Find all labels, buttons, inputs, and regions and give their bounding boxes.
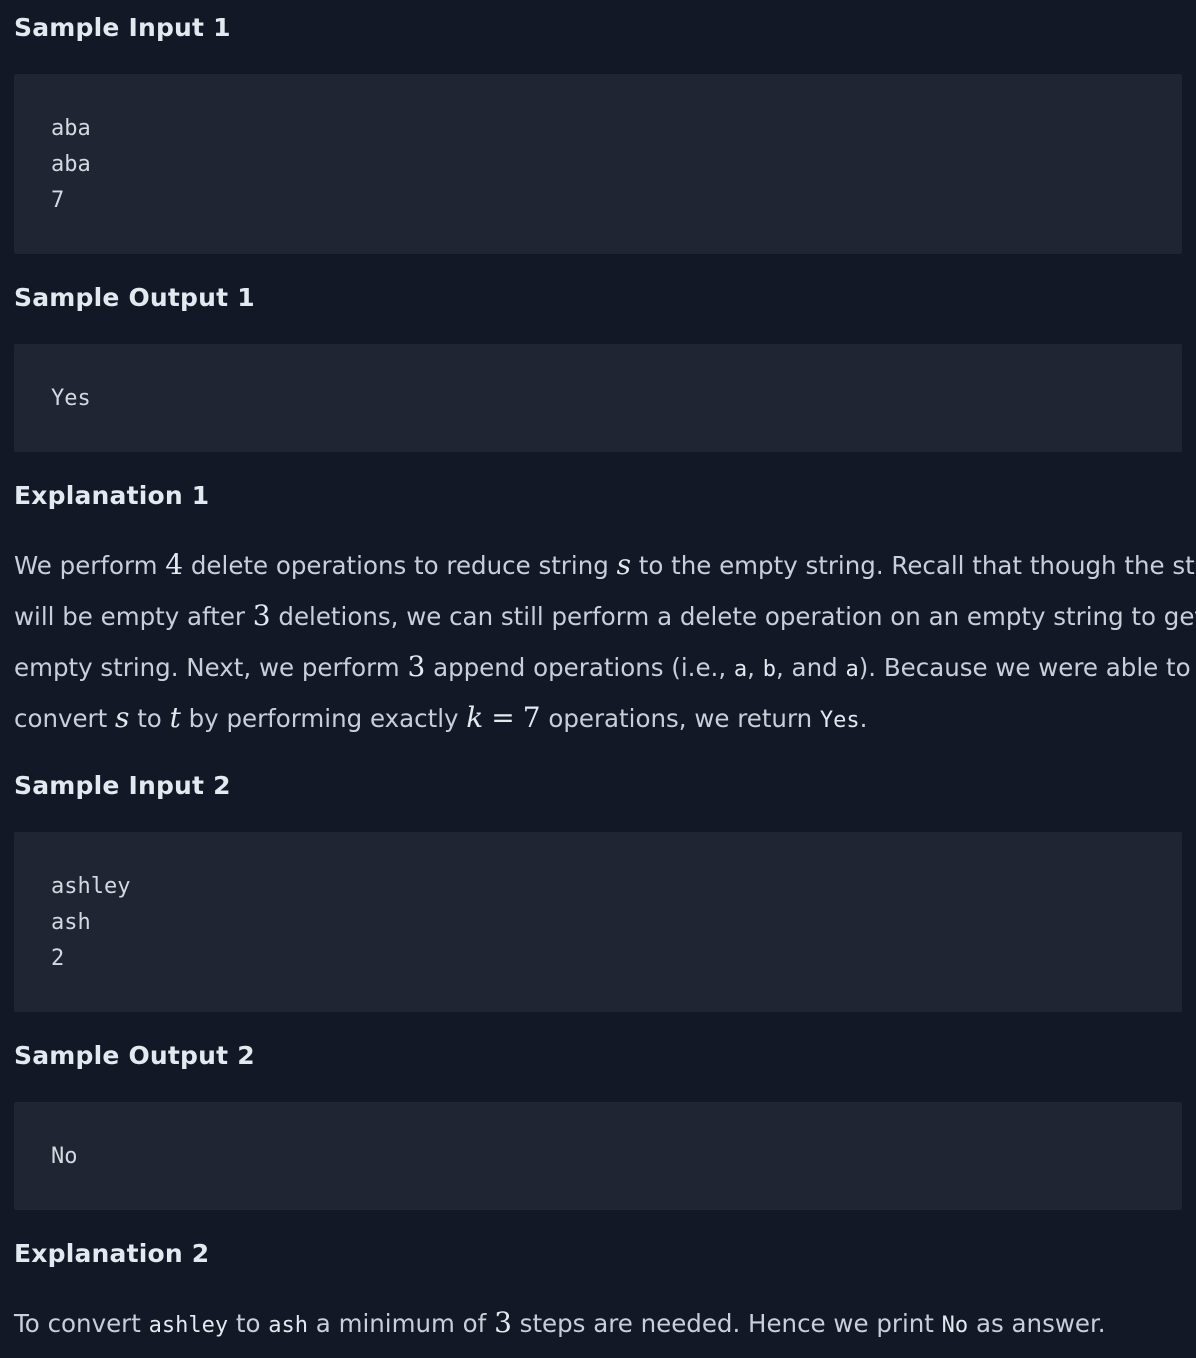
math-value: 3	[252, 599, 271, 632]
sample-input-1-code: aba aba 7	[14, 74, 1182, 254]
code-line: No	[51, 1144, 78, 1169]
text-line: To convert ashley to ash a minimum of 3 …	[14, 1306, 1106, 1339]
code-line: Yes	[51, 386, 91, 411]
inline-code: No	[941, 1313, 969, 1338]
math-value: 7	[522, 701, 541, 734]
math-variable: s	[115, 701, 130, 734]
explanation-2-heading: Explanation 2	[14, 1239, 210, 1268]
math-value: 4	[165, 548, 184, 581]
math-value: 3	[494, 1306, 512, 1339]
inline-code: Yes	[819, 708, 860, 733]
code-line: aba	[51, 116, 91, 141]
code-line: ashley	[51, 874, 131, 899]
math-operator: =	[491, 701, 515, 734]
inline-code: a	[845, 657, 859, 682]
sample-output-2-code: No	[14, 1102, 1182, 1210]
math-variable: t	[169, 701, 181, 734]
math-variable: s	[616, 548, 631, 581]
text-line: empty string. Next, we perform 3 append …	[14, 650, 1191, 683]
text-line: We perform 4 delete operations to reduce…	[14, 548, 1196, 581]
text-line: convert s to t by performing exactly k = 7…	[14, 701, 868, 734]
math-value: 3	[407, 650, 426, 683]
inline-code: ash	[268, 1313, 309, 1338]
explanation-2-text: To convert ashley to ash a minimum of 3 …	[14, 1297, 1184, 1348]
inline-code: b	[762, 657, 776, 682]
sample-output-1-heading: Sample Output 1	[14, 283, 255, 312]
code-line: 7	[51, 188, 65, 213]
sample-input-2-code: ashley ash 2	[14, 832, 1182, 1012]
sample-input-2-heading: Sample Input 2	[14, 771, 231, 800]
sample-output-1-code: Yes	[14, 344, 1182, 452]
text-line: will be empty after 3 deletions, we can …	[14, 599, 1196, 632]
sample-output-2-heading: Sample Output 2	[14, 1041, 255, 1070]
explanation-1-heading: Explanation 1	[14, 481, 210, 510]
explanation-1-text: We perform 4 delete operations to reduce…	[14, 539, 1196, 743]
inline-code: ashley	[148, 1313, 229, 1338]
inline-code: a	[733, 657, 748, 682]
code-line: 2	[51, 946, 65, 971]
code-line: ash	[51, 910, 91, 935]
code-line: aba	[51, 152, 91, 177]
math-variable: k	[466, 701, 484, 734]
sample-input-1-heading: Sample Input 1	[14, 13, 231, 42]
